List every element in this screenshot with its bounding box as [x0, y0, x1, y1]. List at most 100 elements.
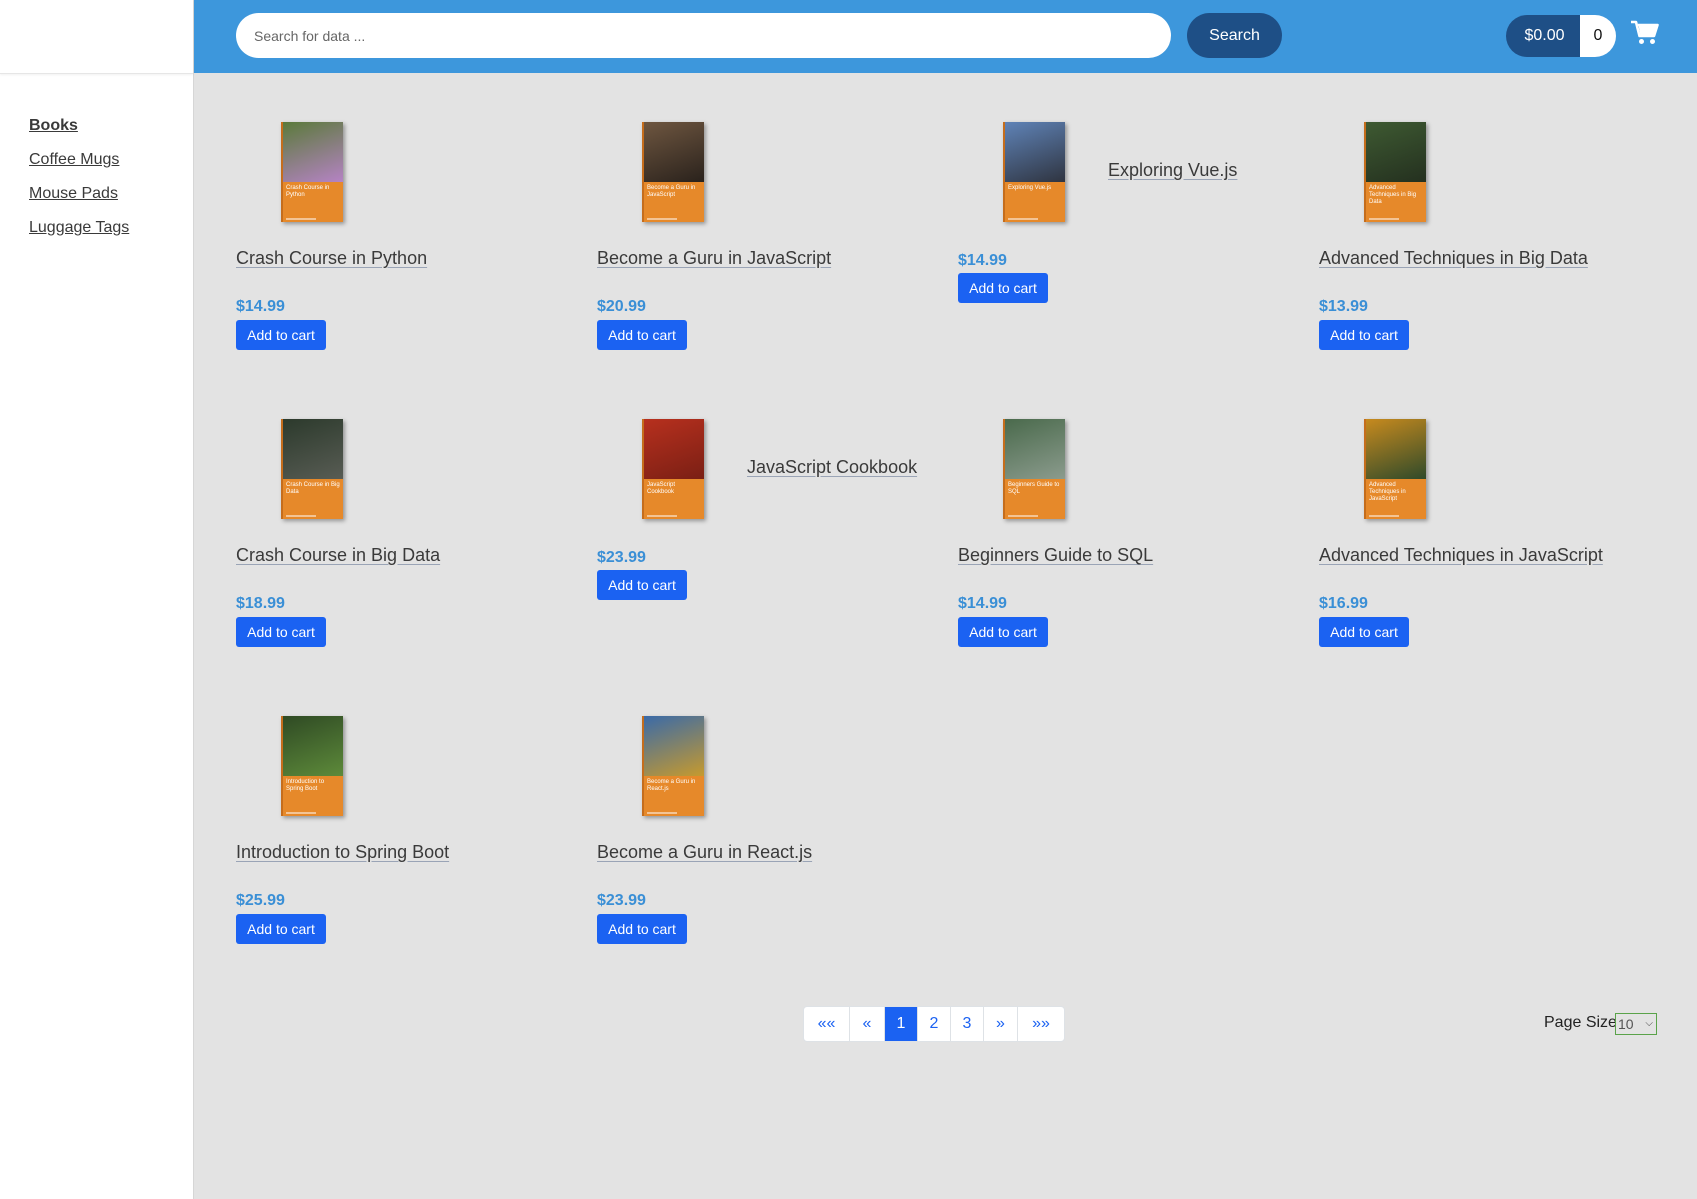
- cover-text: Become a Guru in JavaScript: [647, 185, 696, 198]
- product-price: $14.99: [958, 595, 1007, 612]
- product-grid: Crash Course in Python Crash Course in P…: [236, 122, 1666, 982]
- previous-page-button[interactable]: «: [850, 1007, 885, 1041]
- cart-total: $0.00: [1506, 15, 1583, 57]
- search-button[interactable]: Search: [1187, 13, 1282, 58]
- book-cover-image[interactable]: Introduction to Spring Boot: [281, 716, 343, 816]
- product-card: Become a Guru in React.js Become a Guru …: [597, 716, 937, 966]
- add-to-cart-button[interactable]: Add to cart: [958, 273, 1048, 303]
- add-to-cart-button[interactable]: Add to cart: [1319, 320, 1409, 350]
- product-price: $14.99: [236, 298, 285, 315]
- product-card: Become a Guru in JavaScript Become a Gur…: [597, 122, 937, 372]
- add-to-cart-button[interactable]: Add to cart: [597, 570, 687, 600]
- cover-title-band: Advanced Techniques in JavaScript: [1366, 479, 1426, 519]
- product-price: $20.99: [597, 298, 646, 315]
- cover-title-band: Introduction to Spring Boot: [283, 776, 343, 816]
- last-page-button[interactable]: »»: [1018, 1007, 1064, 1041]
- product-title-link[interactable]: Crash Course in Big Data: [236, 545, 440, 566]
- product-title-link[interactable]: Beginners Guide to SQL: [958, 545, 1153, 566]
- cover-photo: [644, 122, 704, 182]
- sidebar: Books Coffee Mugs Mouse Pads Luggage Tag…: [0, 0, 194, 1199]
- cover-title-band: Become a Guru in JavaScript: [644, 182, 704, 222]
- product-price: $23.99: [597, 892, 646, 909]
- cover-author-line: [1369, 515, 1399, 517]
- cover-author-line: [647, 812, 677, 814]
- product-title-link[interactable]: Crash Course in Python: [236, 248, 427, 269]
- product-title-link[interactable]: Advanced Techniques in Big Data: [1319, 248, 1588, 269]
- cover-text: Crash Course in Python: [286, 185, 330, 198]
- cover-photo: [1005, 122, 1065, 182]
- chevron-down-icon: ⌵: [1645, 1018, 1653, 1029]
- cover-author-line: [286, 515, 316, 517]
- product-title-link[interactable]: Introduction to Spring Boot: [236, 842, 449, 863]
- page-1-button[interactable]: 1: [885, 1007, 918, 1041]
- page-size-select[interactable]: 10 ⌵: [1615, 1013, 1657, 1035]
- product-title-link[interactable]: Exploring Vue.js: [1108, 160, 1237, 181]
- cover-photo: [283, 419, 343, 479]
- product-title-link[interactable]: Advanced Techniques in JavaScript: [1319, 545, 1603, 566]
- cover-photo: [1005, 419, 1065, 479]
- search-input[interactable]: [236, 13, 1171, 58]
- cover-text: Crash Course in Big Data: [286, 482, 340, 495]
- book-cover-image[interactable]: Exploring Vue.js: [1003, 122, 1065, 222]
- cover-title-band: Beginners Guide to SQL: [1005, 479, 1065, 519]
- sidebar-item-coffee-mugs[interactable]: Coffee Mugs: [29, 150, 193, 184]
- cover-text: JavaScript Cookbook: [647, 482, 676, 495]
- cover-text: Exploring Vue.js: [1008, 185, 1052, 191]
- book-cover-image[interactable]: Become a Guru in JavaScript: [642, 122, 704, 222]
- page-2-button[interactable]: 2: [918, 1007, 951, 1041]
- cover-photo: [283, 716, 343, 776]
- product-title-link[interactable]: Become a Guru in JavaScript: [597, 248, 831, 269]
- add-to-cart-button[interactable]: Add to cart: [236, 914, 326, 944]
- cover-title-band: Crash Course in Python: [283, 182, 343, 222]
- book-cover-image[interactable]: Beginners Guide to SQL: [1003, 419, 1065, 519]
- cover-title-band: Advanced Techniques in Big Data: [1366, 182, 1426, 222]
- book-cover-image[interactable]: JavaScript Cookbook: [642, 419, 704, 519]
- cover-author-line: [1369, 218, 1399, 220]
- sidebar-brand: [0, 0, 193, 74]
- cover-author-line: [647, 515, 677, 517]
- product-card: Advanced Techniques in JavaScript Advanc…: [1319, 419, 1659, 669]
- product-title-link[interactable]: Become a Guru in React.js: [597, 842, 812, 863]
- cover-text: Advanced Techniques in Big Data: [1369, 185, 1417, 205]
- cover-photo: [283, 122, 343, 182]
- product-price: $16.99: [1319, 595, 1368, 612]
- product-card: JavaScript Cookbook JavaScript Cookbook …: [597, 419, 937, 669]
- product-card: Exploring Vue.js Exploring Vue.js $14.99…: [958, 122, 1298, 372]
- top-header: Search $0.00 0: [194, 0, 1697, 73]
- page-size-label: Page Size: [1544, 1014, 1617, 1031]
- page-3-button[interactable]: 3: [951, 1007, 984, 1041]
- add-to-cart-button[interactable]: Add to cart: [958, 617, 1048, 647]
- product-price: $25.99: [236, 892, 285, 909]
- cover-text: Beginners Guide to SQL: [1008, 482, 1060, 495]
- cover-author-line: [1008, 515, 1038, 517]
- add-to-cart-button[interactable]: Add to cart: [236, 320, 326, 350]
- add-to-cart-button[interactable]: Add to cart: [597, 320, 687, 350]
- book-cover-image[interactable]: Crash Course in Big Data: [281, 419, 343, 519]
- product-card: Crash Course in Python Crash Course in P…: [236, 122, 576, 372]
- add-to-cart-button[interactable]: Add to cart: [597, 914, 687, 944]
- add-to-cart-button[interactable]: Add to cart: [1319, 617, 1409, 647]
- cover-author-line: [1008, 218, 1038, 220]
- book-cover-image[interactable]: Advanced Techniques in Big Data: [1364, 122, 1426, 222]
- product-price: $23.99: [597, 549, 646, 566]
- product-price: $14.99: [958, 252, 1007, 269]
- book-cover-image[interactable]: Advanced Techniques in JavaScript: [1364, 419, 1426, 519]
- book-cover-image[interactable]: Crash Course in Python: [281, 122, 343, 222]
- next-page-button[interactable]: »: [984, 1007, 1018, 1041]
- first-page-button[interactable]: ««: [804, 1007, 850, 1041]
- cover-text: Become a Guru in React.js: [647, 779, 696, 792]
- sidebar-item-books[interactable]: Books: [29, 116, 193, 150]
- pagination: «« «1 2 3»»»: [803, 1006, 1065, 1042]
- add-to-cart-button[interactable]: Add to cart: [236, 617, 326, 647]
- cover-author-line: [286, 812, 316, 814]
- book-cover-image[interactable]: Become a Guru in React.js: [642, 716, 704, 816]
- shopping-cart-icon[interactable]: [1631, 20, 1659, 46]
- product-card: Beginners Guide to SQL Beginners Guide t…: [958, 419, 1298, 669]
- product-title-link[interactable]: JavaScript Cookbook: [747, 457, 917, 478]
- product-price: $18.99: [236, 595, 285, 612]
- sidebar-item-mouse-pads[interactable]: Mouse Pads: [29, 184, 193, 218]
- product-price: $13.99: [1319, 298, 1368, 315]
- cart-count: 0: [1580, 15, 1616, 57]
- sidebar-item-luggage-tags[interactable]: Luggage Tags: [29, 218, 193, 252]
- cover-title-band: Crash Course in Big Data: [283, 479, 343, 519]
